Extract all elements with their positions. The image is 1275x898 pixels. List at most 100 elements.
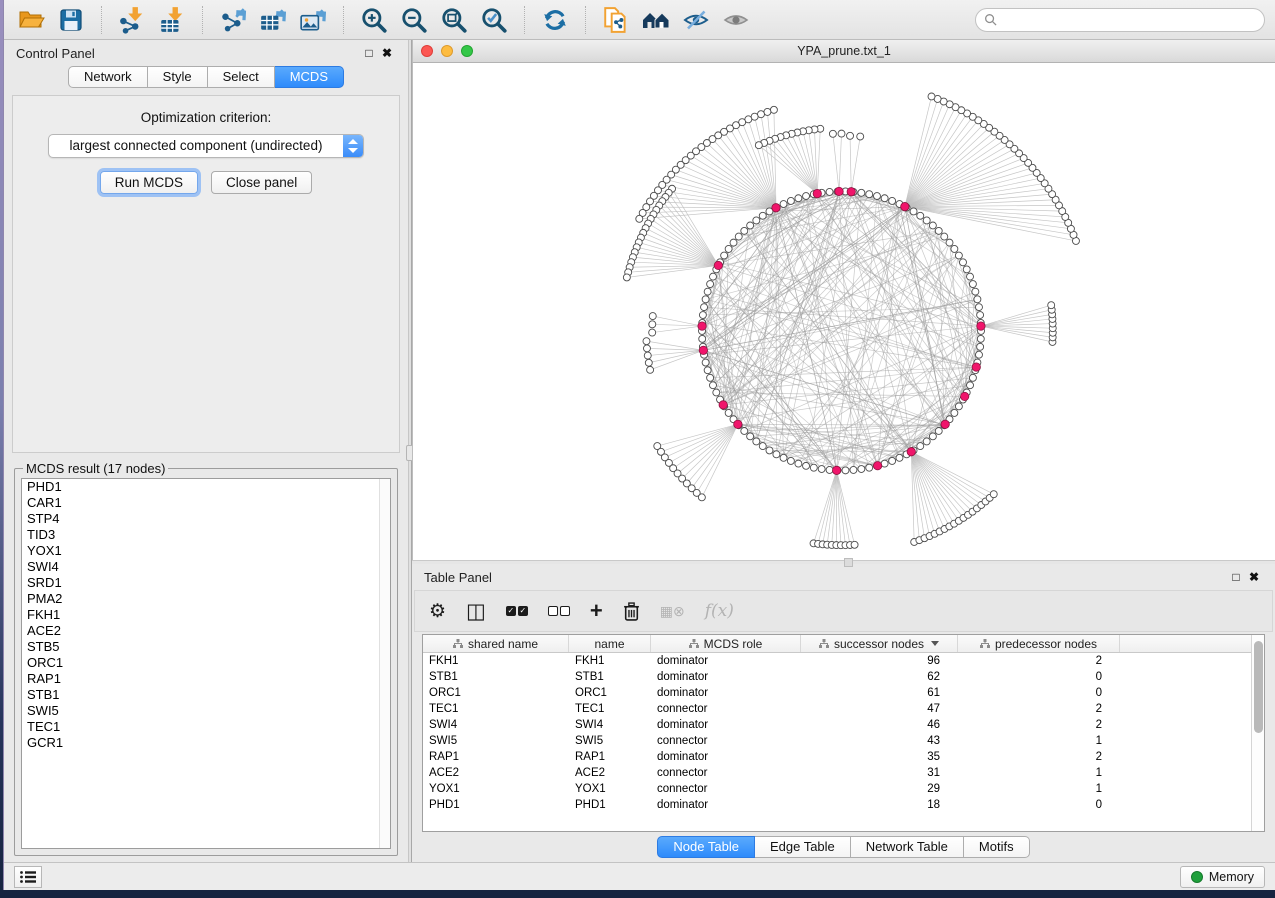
- mcds-result-list[interactable]: PHD1CAR1STP4TID3YOX1SWI4SRD1PMA2FKH1ACE2…: [21, 478, 391, 849]
- ring-node[interactable]: [974, 296, 981, 303]
- ring-node[interactable]: [910, 208, 917, 215]
- table-row[interactable]: ACE2ACE2connector311: [423, 765, 1264, 781]
- ring-node[interactable]: [780, 454, 787, 461]
- tab-network[interactable]: Network: [68, 66, 148, 88]
- table-row[interactable]: RAP1RAP1dominator352: [423, 749, 1264, 765]
- task-history-button[interactable]: [14, 866, 42, 888]
- float-panel-icon[interactable]: □: [360, 46, 378, 60]
- export-table-button[interactable]: [256, 4, 290, 36]
- ring-node[interactable]: [951, 409, 958, 416]
- float-panel-icon[interactable]: □: [1227, 570, 1245, 584]
- leaf-node[interactable]: [649, 321, 656, 328]
- list-item[interactable]: SWI5: [22, 703, 390, 719]
- leaf-node[interactable]: [764, 108, 771, 115]
- table-settings-button[interactable]: ⚙: [429, 602, 446, 621]
- leaf-node[interactable]: [649, 313, 656, 320]
- list-item[interactable]: CAR1: [22, 495, 390, 511]
- column-header-name[interactable]: name: [569, 635, 651, 652]
- column-header-mcds-role[interactable]: MCDS role: [651, 635, 801, 652]
- homes-button[interactable]: [639, 4, 673, 36]
- ring-node[interactable]: [753, 217, 760, 224]
- ring-node[interactable]: [963, 266, 970, 273]
- zoom-selected-button[interactable]: [477, 4, 511, 36]
- close-panel-icon[interactable]: ✖: [1245, 570, 1263, 584]
- tab-node-table[interactable]: Node Table: [657, 836, 755, 858]
- splitter-grip[interactable]: [844, 558, 853, 567]
- ring-node[interactable]: [977, 343, 984, 350]
- mcds-node[interactable]: [961, 392, 969, 400]
- leaf-node[interactable]: [990, 491, 997, 498]
- leaf-node[interactable]: [645, 359, 652, 366]
- list-item[interactable]: ACE2: [22, 623, 390, 639]
- ring-node[interactable]: [969, 281, 976, 288]
- mcds-node[interactable]: [813, 189, 821, 197]
- column-header-successor-nodes[interactable]: successor nodes: [801, 635, 958, 652]
- ring-node[interactable]: [707, 281, 714, 288]
- ring-node[interactable]: [972, 288, 979, 295]
- ring-node[interactable]: [929, 433, 936, 440]
- ring-node[interactable]: [710, 273, 717, 280]
- add-column-button[interactable]: +: [590, 600, 603, 622]
- network-canvas[interactable]: [412, 63, 1275, 560]
- open-file-button[interactable]: [14, 4, 48, 36]
- ring-node[interactable]: [818, 466, 825, 473]
- ring-node[interactable]: [858, 189, 865, 196]
- mcds-node[interactable]: [772, 204, 780, 212]
- close-panel-icon[interactable]: ✖: [378, 46, 396, 60]
- list-item[interactable]: YOX1: [22, 543, 390, 559]
- leaf-node[interactable]: [851, 541, 858, 548]
- ring-node[interactable]: [759, 212, 766, 219]
- ring-node[interactable]: [713, 389, 720, 396]
- ring-node[interactable]: [929, 222, 936, 229]
- mcds-node[interactable]: [698, 322, 706, 330]
- ring-node[interactable]: [701, 304, 708, 311]
- ring-node[interactable]: [866, 191, 873, 198]
- ring-node[interactable]: [787, 457, 794, 464]
- show-columns-button[interactable]: ◫: [466, 601, 486, 622]
- mcds-node[interactable]: [873, 462, 881, 470]
- ring-node[interactable]: [935, 427, 942, 434]
- ring-node[interactable]: [710, 382, 717, 389]
- table-row[interactable]: YOX1YOX1connector291: [423, 781, 1264, 797]
- table-row[interactable]: STB1STB1dominator620: [423, 669, 1264, 685]
- ring-node[interactable]: [810, 464, 817, 471]
- network-graph[interactable]: [413, 63, 1275, 560]
- list-item[interactable]: STP4: [22, 511, 390, 527]
- ring-node[interactable]: [704, 367, 711, 374]
- mcds-node[interactable]: [847, 188, 855, 196]
- ring-node[interactable]: [721, 252, 728, 259]
- leaf-node[interactable]: [1048, 302, 1055, 309]
- leaf-node[interactable]: [928, 93, 935, 100]
- leaf-node[interactable]: [770, 106, 777, 113]
- list-item[interactable]: GCR1: [22, 735, 390, 751]
- import-table-button[interactable]: [155, 4, 189, 36]
- mcds-node[interactable]: [835, 187, 843, 195]
- mcds-node[interactable]: [714, 261, 722, 269]
- delete-table-button[interactable]: ▦⊗: [660, 604, 685, 618]
- ring-node[interactable]: [773, 451, 780, 458]
- ring-node[interactable]: [759, 443, 766, 450]
- ring-node[interactable]: [896, 454, 903, 461]
- zoom-fit-button[interactable]: [437, 4, 471, 36]
- list-item[interactable]: RAP1: [22, 671, 390, 687]
- ring-node[interactable]: [704, 288, 711, 295]
- scrollbar-thumb[interactable]: [1254, 641, 1263, 733]
- table-scrollbar[interactable]: [1251, 635, 1264, 831]
- import-network-button[interactable]: [115, 4, 149, 36]
- memory-button[interactable]: Memory: [1180, 866, 1265, 888]
- ring-node[interactable]: [741, 227, 748, 234]
- ring-node[interactable]: [702, 296, 709, 303]
- tab-mcds[interactable]: MCDS: [275, 66, 344, 88]
- ring-node[interactable]: [977, 335, 984, 342]
- function-builder-button[interactable]: f(x): [705, 603, 734, 620]
- select-all-button[interactable]: ✓ ✓: [506, 606, 528, 616]
- ring-node[interactable]: [955, 252, 962, 259]
- mcds-node[interactable]: [901, 202, 909, 210]
- refresh-button[interactable]: [538, 4, 572, 36]
- leaf-node[interactable]: [649, 329, 656, 336]
- list-item[interactable]: SRD1: [22, 575, 390, 591]
- ring-node[interactable]: [889, 457, 896, 464]
- ring-node[interactable]: [747, 433, 754, 440]
- export-network-button[interactable]: [216, 4, 250, 36]
- ring-node[interactable]: [941, 233, 948, 240]
